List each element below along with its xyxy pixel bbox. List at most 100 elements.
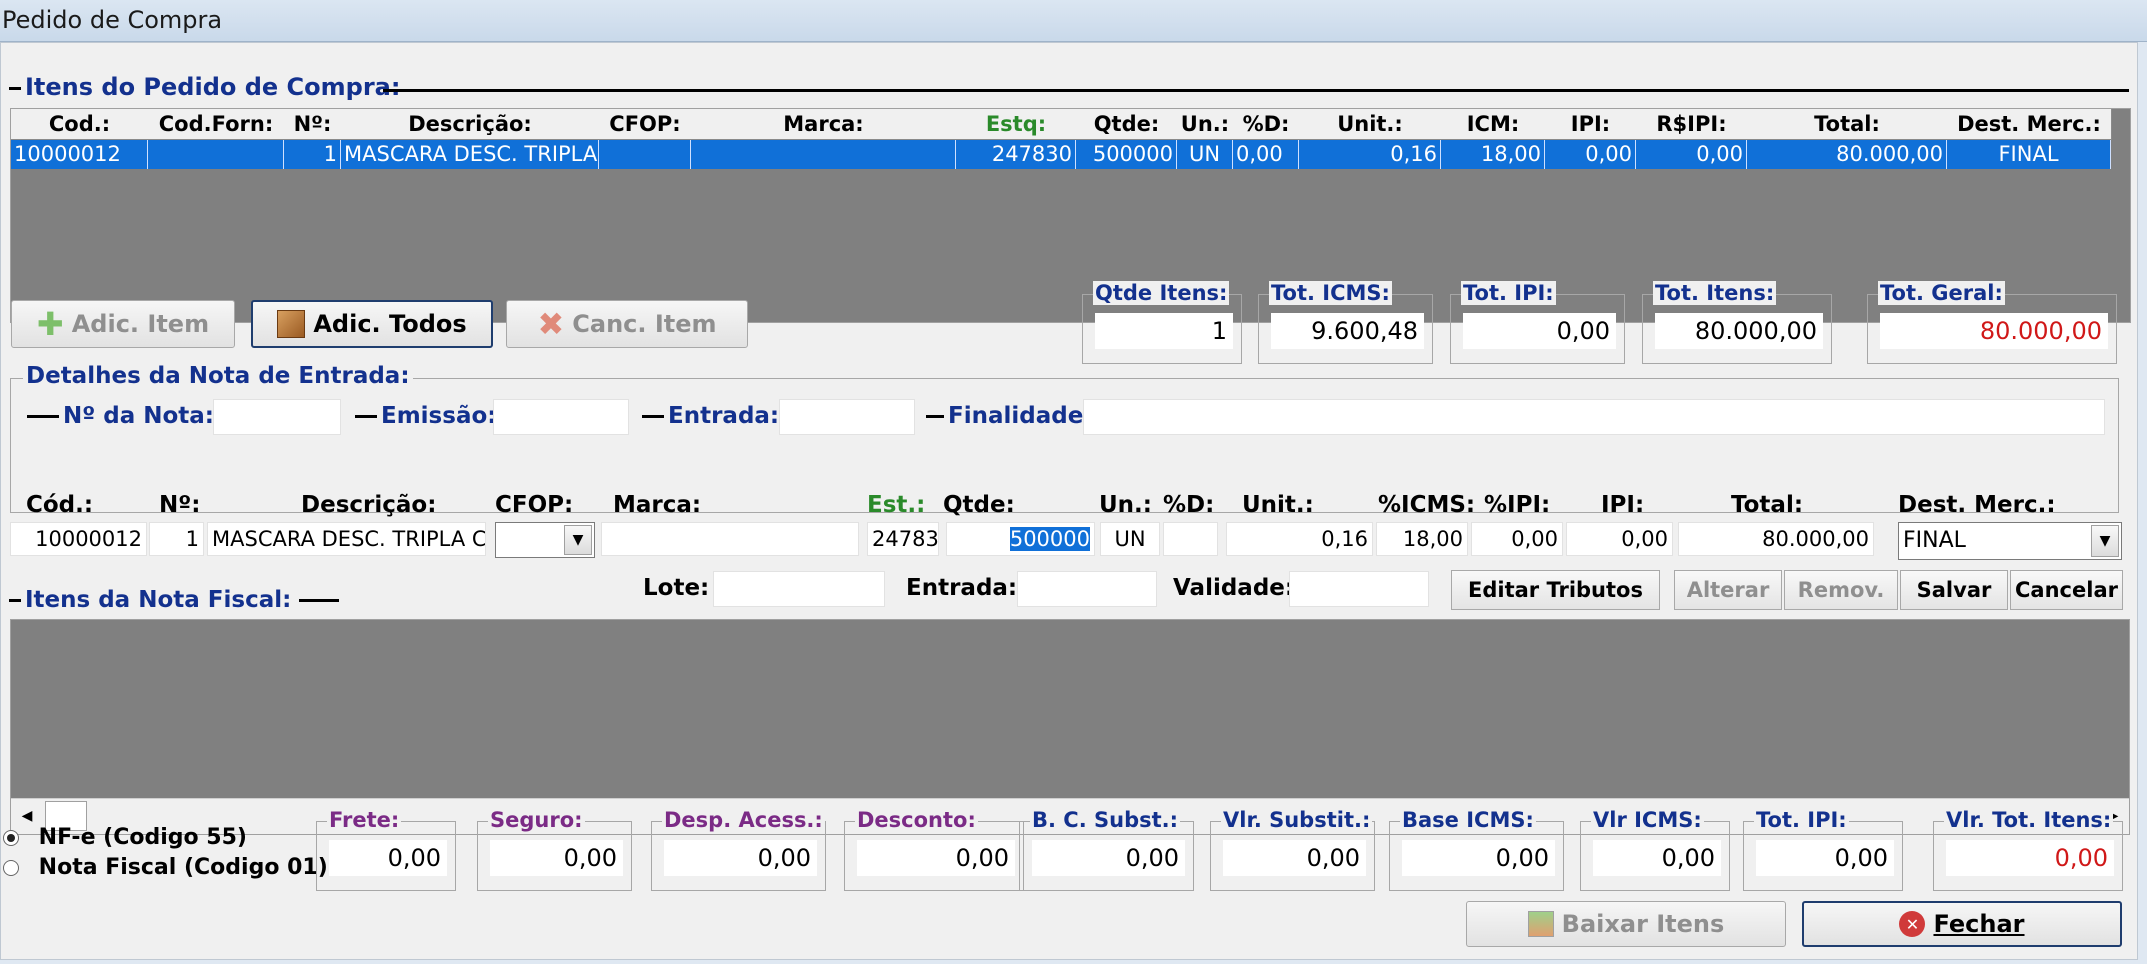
table-cell[interactable]: FINAL <box>1947 140 2111 169</box>
column-header[interactable]: Descrição: <box>341 109 600 140</box>
chevron-down-icon[interactable]: ▼ <box>564 525 592 555</box>
nfe-radio[interactable]: NF-e (Codigo 55) <box>3 825 247 850</box>
column-header[interactable]: Un.: <box>1177 109 1234 140</box>
column-header[interactable]: Total: <box>1747 109 1948 140</box>
column-header[interactable]: %D: <box>1233 109 1300 140</box>
table-cell[interactable]: 1 <box>284 140 341 169</box>
bottom-total-value[interactable]: 0,00 <box>1593 840 1721 876</box>
column-header[interactable]: Qtde: <box>1076 109 1178 140</box>
lote-entrada-input[interactable] <box>1017 571 1157 607</box>
lote-input[interactable] <box>713 571 885 607</box>
dest-merc-combobox[interactable]: FINAL ▼ <box>1898 522 2122 560</box>
title-bar[interactable]: Pedido de Compra <box>0 0 2147 42</box>
tot-ipi-label: Tot. IPI: <box>1461 281 1556 305</box>
adic-todos-button[interactable]: Adic. Todos <box>251 300 493 348</box>
un-input[interactable]: UN <box>1100 522 1160 556</box>
qtde-selected-text: 500000 <box>1009 527 1090 551</box>
n-nota-input[interactable] <box>213 399 341 435</box>
bottom-total-value[interactable]: 0,00 <box>1946 840 2114 876</box>
column-header[interactable]: ICM: <box>1441 109 1546 140</box>
finalidade-label: Finalidade: <box>926 403 1093 429</box>
column-header[interactable]: Cod.Forn: <box>148 109 285 140</box>
remov-button[interactable]: Remov. <box>1784 570 1898 610</box>
finalidade-input[interactable] <box>1083 399 2105 435</box>
qtde-input[interactable]: 500000 <box>946 522 1095 556</box>
nfe-radio-label: NF-e (Codigo 55) <box>38 825 247 850</box>
column-header[interactable]: Dest. Merc.: <box>1947 109 2112 140</box>
column-header[interactable]: Unit.: <box>1299 109 1442 140</box>
bottom-total-box: Vlr. Tot. Itens: 0,00 <box>1933 808 2123 891</box>
table-cell[interactable]: 0,00 <box>1636 140 1747 169</box>
descricao-input[interactable]: MASCARA DESC. TRIPLA C/E <box>207 522 486 556</box>
table-cell[interactable]: 10000012 <box>11 140 148 169</box>
column-header[interactable]: Cod.: <box>11 109 149 140</box>
tot-geral-value[interactable]: 80.000,00 <box>1880 313 2108 349</box>
table-cell[interactable]: 18,00 <box>1441 140 1545 169</box>
bottom-total-value[interactable]: 0,00 <box>1223 840 1366 876</box>
tot-itens-label: Tot. Itens: <box>1653 281 1777 305</box>
bottom-total-value[interactable]: 0,00 <box>1756 840 1894 876</box>
baixar-itens-button[interactable]: Baixar Itens <box>1466 901 1786 947</box>
column-header[interactable]: R$IPI: <box>1636 109 1748 140</box>
entrada-input[interactable] <box>779 399 915 435</box>
tot-icms-value[interactable]: 9.600,48 <box>1271 313 1424 349</box>
column-header[interactable]: Marca: <box>691 109 957 140</box>
cancelar-button[interactable]: Cancelar <box>2010 570 2123 610</box>
tot-ipi-value[interactable]: 0,00 <box>1463 313 1616 349</box>
itens-nota-grid[interactable]: ◀ ▶ <box>10 619 2130 835</box>
close-circle-icon: ✕ <box>1899 911 1926 937</box>
table-cell[interactable]: UN <box>1177 140 1233 169</box>
table-cell[interactable] <box>148 140 284 169</box>
nf-radio[interactable]: Nota Fiscal (Codigo 01) <box>3 855 328 880</box>
cod-input[interactable]: 10000012 <box>10 522 147 556</box>
chevron-down-icon[interactable]: ▼ <box>2091 525 2119 557</box>
canc-item-button[interactable]: ✖ Canc. Item <box>506 300 748 348</box>
table-cell[interactable]: MASCARA DESC. TRIPLA <box>341 140 599 169</box>
table-cell[interactable]: 500000 <box>1076 140 1177 169</box>
marca-input[interactable] <box>601 522 859 556</box>
bottom-total-value[interactable]: 0,00 <box>1402 840 1555 876</box>
column-header[interactable]: Nº: <box>284 109 342 140</box>
bottom-total-value[interactable]: 0,00 <box>490 840 623 876</box>
fechar-button[interactable]: ✕ Fechar <box>1802 901 2122 947</box>
pipi-input[interactable]: 0,00 <box>1471 522 1563 556</box>
table-cell[interactable] <box>691 140 956 169</box>
qtde-itens-box: Qtde Itens: 1 <box>1082 281 1242 364</box>
table-cell[interactable]: 80.000,00 <box>1747 140 1947 169</box>
n-input[interactable]: 1 <box>149 522 204 556</box>
bottom-total-box: Vlr. Substit.: 0,00 <box>1210 808 1375 891</box>
table-cell[interactable]: 0,00 <box>1545 140 1636 169</box>
picms-input[interactable]: 18,00 <box>1376 522 1468 556</box>
bottom-total-value[interactable]: 0,00 <box>1032 840 1185 876</box>
ipi-input[interactable]: 0,00 <box>1566 522 1673 556</box>
validade-input[interactable] <box>1289 571 1429 607</box>
unit-input[interactable]: 0,16 <box>1226 522 1373 556</box>
editar-tributos-button[interactable]: Editar Tributos <box>1451 570 1660 610</box>
canc-item-label: Canc. Item <box>572 310 717 338</box>
table-cell[interactable] <box>599 140 691 169</box>
cfop-combobox[interactable]: ▼ <box>495 522 595 558</box>
alterar-button[interactable]: Alterar <box>1674 570 1782 610</box>
column-header[interactable]: IPI: <box>1545 109 1637 140</box>
emissao-input[interactable] <box>493 399 629 435</box>
plus-icon: ✚ <box>36 305 64 343</box>
bottom-total-value[interactable]: 0,00 <box>329 840 447 876</box>
qtde-itens-value[interactable]: 1 <box>1095 313 1233 349</box>
column-header[interactable]: Estq: <box>956 109 1077 140</box>
box-icon <box>277 310 306 338</box>
bottom-total-value[interactable]: 0,00 <box>857 840 1015 876</box>
est-input[interactable]: 247830 <box>867 522 939 556</box>
bottom-total-value[interactable]: 0,00 <box>664 840 817 876</box>
pd-input[interactable] <box>1163 522 1218 556</box>
table-cell[interactable]: 0,16 <box>1299 140 1441 169</box>
bottom-total-label: B. C. Subst.: <box>1030 808 1181 832</box>
tot-itens-value[interactable]: 80.000,00 <box>1655 313 1823 349</box>
bottom-total-label: Desconto: <box>855 808 978 832</box>
itens-pedido-grid[interactable]: Cod.: Cod.Forn: Nº: Descrição: CFOP: Marca: Es… <box>10 108 2131 323</box>
table-cell[interactable]: 247830 <box>956 140 1076 169</box>
column-header[interactable]: CFOP: <box>599 109 692 140</box>
total-input[interactable]: 80.000,00 <box>1678 522 1874 556</box>
adic-item-button[interactable]: ✚ Adic. Item <box>11 300 235 348</box>
salvar-button[interactable]: Salvar <box>1900 570 2008 610</box>
table-cell[interactable]: 0,00 <box>1233 140 1299 169</box>
